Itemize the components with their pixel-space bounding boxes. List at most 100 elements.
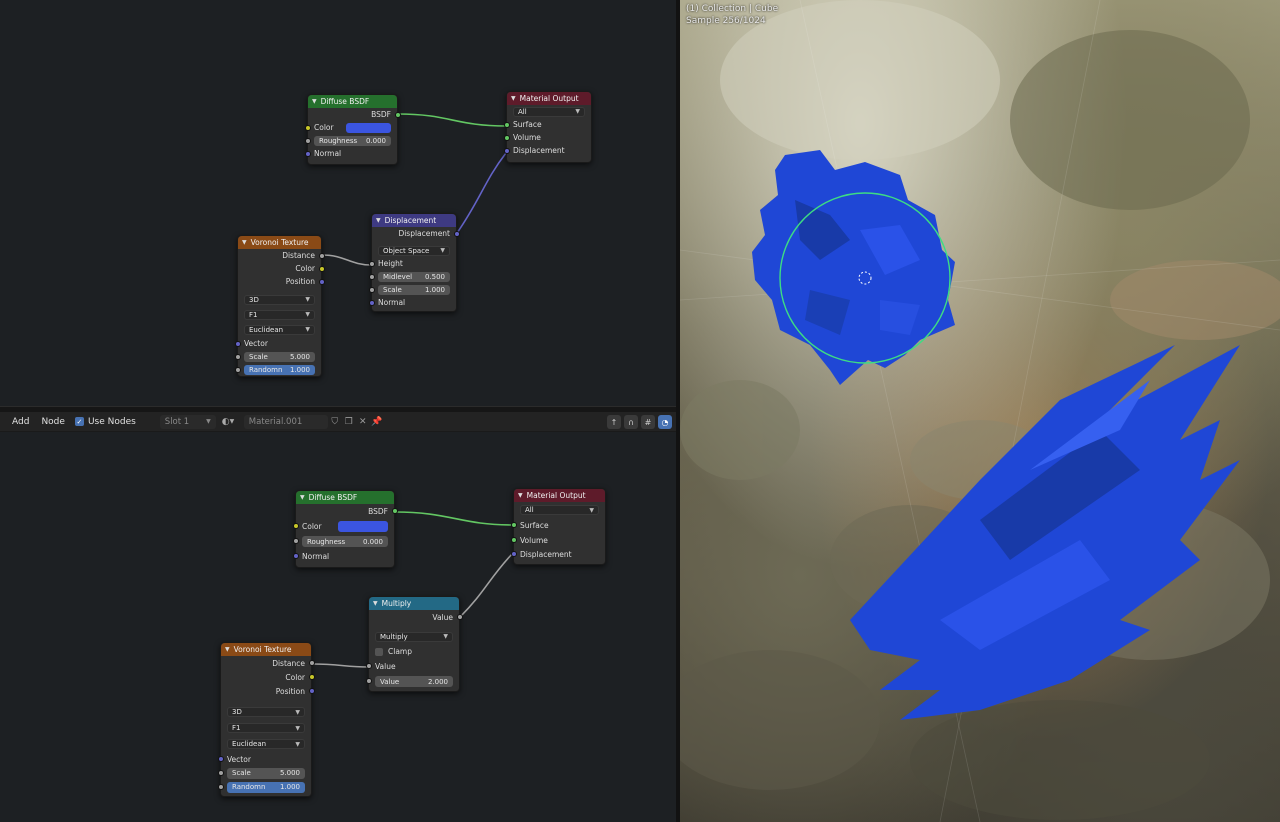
socket-input[interactable] xyxy=(217,769,224,776)
socket-output[interactable] xyxy=(308,687,315,694)
dimensions-dropdown[interactable]: 3D ▼ xyxy=(244,294,315,305)
socket-input[interactable] xyxy=(368,286,375,293)
material-browse-icon[interactable]: ◐ ▼ xyxy=(222,417,244,427)
node-header[interactable]: ▼ Diffuse BSDF xyxy=(296,491,394,504)
socket-input[interactable] xyxy=(510,550,517,557)
node-header[interactable]: ▼ Multiply xyxy=(369,597,459,610)
checkbox-checked-icon[interactable]: ✓ xyxy=(74,417,84,426)
socket-output[interactable] xyxy=(318,252,325,259)
node-header[interactable]: ▼ Material Output xyxy=(514,489,605,502)
chevron-down-icon[interactable]: ▼ xyxy=(312,98,317,105)
socket-input[interactable] xyxy=(503,147,510,154)
fake-user-shield-icon[interactable]: ⛉ xyxy=(328,415,342,429)
target-dropdown[interactable]: All ▼ xyxy=(513,106,585,117)
node-header[interactable]: ▼ Voronoi Texture xyxy=(221,643,311,656)
clamp-checkbox[interactable] xyxy=(375,647,383,656)
node-header[interactable]: ▼ Material Output xyxy=(507,92,591,105)
socket-input[interactable] xyxy=(292,537,299,544)
dimensions-dropdown[interactable]: 3D ▼ xyxy=(227,707,305,717)
roughness-field[interactable]: Roughness 0.000 xyxy=(302,536,388,547)
menu-add[interactable]: Add xyxy=(6,417,35,427)
node-editor-top[interactable]: ▼ Diffuse BSDF BSDF Color Roughness 0.000 … xyxy=(0,0,676,406)
use-nodes-toggle[interactable]: ✓ Use Nodes xyxy=(74,417,136,427)
socket-output[interactable] xyxy=(391,507,398,514)
socket-output[interactable] xyxy=(308,659,315,666)
socket-input[interactable] xyxy=(510,536,517,543)
slot-dropdown[interactable]: Slot 1 ▼ xyxy=(159,414,216,429)
duplicate-icon[interactable]: ❐ xyxy=(342,415,356,429)
chevron-down-icon[interactable]: ▼ xyxy=(511,95,516,102)
socket-input[interactable] xyxy=(368,299,375,306)
feature-dropdown[interactable]: F1 ▼ xyxy=(244,309,315,320)
material-name-field[interactable]: Material.001 xyxy=(243,414,328,429)
socket-input[interactable] xyxy=(304,124,311,131)
node-editor-bottom[interactable]: Add Node ✓ Use Nodes Slot 1 ▼ ◐ ▼ Material… xyxy=(0,412,676,822)
snap-icon[interactable]: ∩ xyxy=(624,415,638,429)
randomness-field[interactable]: Randomn 1.000 xyxy=(244,364,315,375)
node-header[interactable]: ▼ Displacement xyxy=(372,214,456,227)
socket-input[interactable] xyxy=(217,783,224,790)
metric-dropdown[interactable]: Euclidean ▼ xyxy=(227,739,305,749)
material-output-node[interactable]: ▼ Material Output All ▼ Surface Volume Dis… xyxy=(510,488,606,565)
material-output-node[interactable]: ▼ Material Output All ▼ Surface Volume Dis… xyxy=(503,91,592,163)
voronoi-texture-node[interactable]: ▼ Voronoi Texture Distance Color Position… xyxy=(234,235,325,377)
socket-output[interactable] xyxy=(308,673,315,680)
socket-output[interactable] xyxy=(318,265,325,272)
socket-input[interactable] xyxy=(503,121,510,128)
menu-node[interactable]: Node xyxy=(35,417,71,427)
socket-input[interactable] xyxy=(368,260,375,267)
space-dropdown[interactable]: Object Space ▼ xyxy=(378,245,450,256)
diffuse-bsdf-node[interactable]: ▼ Diffuse BSDF BSDF Color Roughness 0.000 … xyxy=(304,94,401,165)
socket-output[interactable] xyxy=(453,230,460,237)
socket-input[interactable] xyxy=(365,662,372,669)
operation-dropdown[interactable]: Multiply ▼ xyxy=(375,631,453,642)
node-header[interactable]: ▼ Diffuse BSDF xyxy=(308,95,397,108)
math-multiply-node[interactable]: ▼ Multiply Value Multiply ▼ Clamp Value Va… xyxy=(365,596,463,692)
socket-input[interactable] xyxy=(503,134,510,141)
input-vector: Vector xyxy=(217,752,311,766)
socket-input[interactable] xyxy=(234,353,241,360)
socket-output[interactable] xyxy=(394,111,401,118)
chevron-down-icon[interactable]: ▼ xyxy=(518,492,523,499)
color-swatch[interactable] xyxy=(338,521,388,532)
cube-object[interactable] xyxy=(752,150,955,385)
diffuse-bsdf-node[interactable]: ▼ Diffuse BSDF BSDF Color Roughness 0.000 … xyxy=(292,490,398,568)
overlay-icon[interactable]: ◔ xyxy=(658,415,672,429)
socket-output[interactable] xyxy=(456,613,463,620)
node-header[interactable]: ▼ Voronoi Texture xyxy=(238,236,321,249)
feature-dropdown[interactable]: F1 ▼ xyxy=(227,723,305,733)
scale-field[interactable]: Scale 5.000 xyxy=(227,767,305,779)
randomness-field[interactable]: Randomn 1.000 xyxy=(227,781,305,793)
socket-input[interactable] xyxy=(234,366,241,373)
chevron-down-icon[interactable]: ▼ xyxy=(300,494,305,501)
snap-grid-icon[interactable]: # xyxy=(641,415,655,429)
pin-icon[interactable]: 📌 xyxy=(370,415,384,429)
socket-input[interactable] xyxy=(368,273,375,280)
socket-input[interactable] xyxy=(304,150,311,157)
socket-input[interactable] xyxy=(510,521,517,528)
roughness-field[interactable]: Roughness 0.000 xyxy=(314,135,391,146)
close-icon[interactable]: ✕ xyxy=(356,415,370,429)
target-dropdown[interactable]: All ▼ xyxy=(520,505,599,515)
chevron-down-icon[interactable]: ▼ xyxy=(242,239,247,246)
displacement-node[interactable]: ▼ Displacement Displacement Object Space ▼… xyxy=(368,213,460,312)
voronoi-texture-node[interactable]: ▼ Voronoi Texture Distance Color Position… xyxy=(217,642,315,797)
metric-dropdown[interactable]: Euclidean ▼ xyxy=(244,324,315,335)
socket-input[interactable] xyxy=(365,677,372,684)
socket-input[interactable] xyxy=(292,552,299,559)
chevron-down-icon[interactable]: ▼ xyxy=(373,600,378,607)
3d-viewport[interactable]: (1) Collection | Cube Sample 256/1024 xyxy=(680,0,1280,822)
parent-node-tree-icon[interactable]: ↑ xyxy=(607,415,621,429)
chevron-down-icon[interactable]: ▼ xyxy=(225,646,230,653)
socket-input[interactable] xyxy=(234,340,241,347)
socket-input[interactable] xyxy=(292,522,299,529)
socket-input[interactable] xyxy=(304,137,311,144)
socket-input[interactable] xyxy=(217,755,224,762)
value-field[interactable]: Value 2.000 xyxy=(375,676,453,687)
midlevel-field[interactable]: Midlevel 0.500 xyxy=(378,271,450,282)
scale-field[interactable]: Scale 1.000 xyxy=(378,284,450,295)
socket-output[interactable] xyxy=(318,278,325,285)
chevron-down-icon[interactable]: ▼ xyxy=(376,217,381,224)
scale-field[interactable]: Scale 5.000 xyxy=(244,351,315,362)
color-swatch[interactable] xyxy=(346,122,391,133)
